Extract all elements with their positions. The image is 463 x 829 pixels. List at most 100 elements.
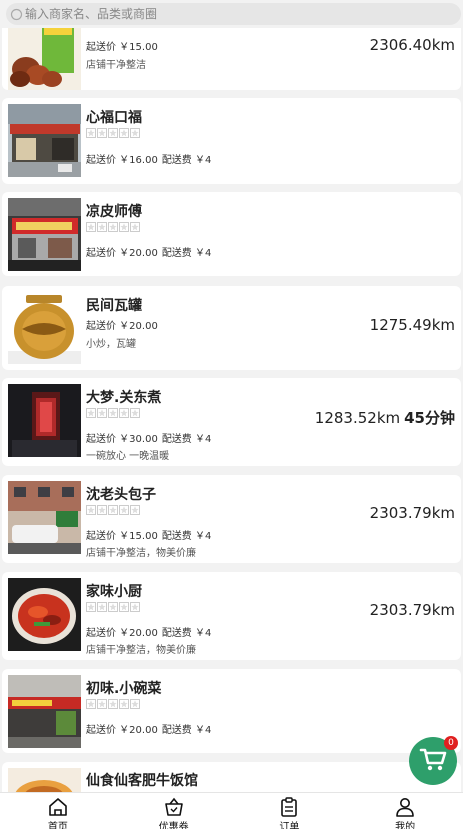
delivery-fee: 配送费 ￥4	[161, 628, 212, 639]
star-icon	[108, 602, 118, 612]
star-icon	[119, 505, 129, 515]
shop-thumbnail	[8, 104, 81, 177]
shop-distance: 2303.79km	[370, 601, 455, 619]
delivery-time: 45分钟	[404, 409, 455, 427]
delivery-fee: 配送费 ￥4	[161, 434, 212, 445]
shop-distance: 1275.49km	[370, 316, 455, 334]
user-icon	[394, 797, 416, 817]
shop-fees: 起送价 ￥30.00 配送费 ￥4	[86, 430, 211, 445]
star-icon	[97, 505, 107, 515]
shop-thumbnail	[8, 675, 81, 748]
delivery-fee: 配送费 ￥4	[161, 155, 212, 166]
star-icon	[130, 602, 140, 612]
star-icon	[97, 222, 107, 232]
shop-thumbnail	[8, 578, 81, 651]
shop-card[interactable]: 家味小厨 起送价 ￥20.00 配送费 ￥4 店铺干净整洁，物美价廉 2303.7…	[2, 572, 461, 660]
star-icon	[97, 128, 107, 138]
shop-fees: 起送价 ￥20.00 配送费 ￥4	[86, 244, 211, 259]
star-icon	[119, 222, 129, 232]
shop-distance: 1283.52km 45分钟	[315, 407, 455, 428]
home-icon	[47, 797, 69, 817]
star-icon	[86, 602, 96, 612]
star-icon	[86, 699, 96, 709]
search-box[interactable]	[6, 3, 461, 25]
bottom-tab-bar: 首页 优惠券 订单 我的	[0, 792, 463, 829]
shop-fees: 起送价 ￥20.00	[86, 317, 158, 332]
star-icon	[130, 699, 140, 709]
shop-thumbnail	[8, 291, 81, 364]
shop-name: 凉皮师傅	[86, 204, 142, 220]
star-icon	[119, 408, 129, 418]
search-input[interactable]	[25, 7, 425, 21]
min-order: 起送价 ￥15.00	[86, 42, 158, 53]
star-icon	[108, 505, 118, 515]
star-icon	[86, 222, 96, 232]
shop-name: 大梦.关东煮	[86, 390, 162, 406]
search-bar	[0, 0, 463, 28]
distance-value: 1275.49km	[369, 316, 455, 334]
star-icon	[86, 128, 96, 138]
distance-value: 1283.52km	[314, 409, 401, 427]
star-icon	[119, 128, 129, 138]
shop-card[interactable]: 初味.小碗菜 起送价 ￥20.00 配送费 ￥4	[2, 669, 461, 753]
tab-coupons[interactable]: 优惠券	[116, 793, 232, 829]
rating-stars	[86, 222, 140, 232]
rating-stars	[86, 128, 140, 138]
shop-thumbnail	[8, 384, 81, 457]
star-icon	[86, 408, 96, 418]
star-icon	[108, 699, 118, 709]
shop-description: 一碗放心 一晚温暖	[86, 451, 170, 462]
star-icon	[108, 222, 118, 232]
coupon-basket-icon	[163, 797, 185, 817]
search-icon	[10, 8, 23, 21]
shop-card[interactable]: 心福口福 起送价 ￥16.00 配送费 ￥4	[2, 98, 461, 184]
min-order: 起送价 ￥20.00	[86, 628, 158, 639]
min-order: 起送价 ￥20.00	[86, 321, 158, 332]
tab-label: 我的	[395, 822, 416, 829]
star-icon	[108, 408, 118, 418]
rating-stars	[86, 699, 140, 709]
star-icon	[130, 222, 140, 232]
star-icon	[119, 602, 129, 612]
tab-home[interactable]: 首页	[0, 793, 116, 829]
shop-fees: 起送价 ￥15.00	[86, 38, 158, 53]
delivery-fee: 配送费 ￥4	[161, 531, 212, 542]
cart-count-badge: 0	[444, 736, 458, 750]
shop-card[interactable]: 沈老头包子 起送价 ￥15.00 配送费 ￥4 店铺干净整洁，物美价廉 2303.…	[2, 475, 461, 563]
shop-name: 仙食仙客肥牛饭馆	[86, 773, 198, 789]
shop-distance: 2306.40km	[370, 36, 455, 54]
distance-value: 2306.40km	[369, 36, 455, 54]
shop-fees: 起送价 ￥20.00 配送费 ￥4	[86, 721, 211, 736]
shop-card[interactable]: 起送价 ￥15.00 店铺干净整洁 2306.40km	[2, 20, 461, 90]
min-order: 起送价 ￥15.00	[86, 531, 158, 542]
star-icon	[97, 699, 107, 709]
min-order: 起送价 ￥16.00	[86, 155, 158, 166]
rating-stars	[86, 505, 140, 515]
distance-value: 2303.79km	[369, 504, 455, 522]
shop-card[interactable]: 民间瓦罐 起送价 ￥20.00 小炒，瓦罐 1275.49km	[2, 286, 461, 370]
clipboard-icon	[278, 797, 300, 817]
shop-thumbnail	[8, 481, 81, 554]
star-icon	[119, 699, 129, 709]
shop-name: 民间瓦罐	[86, 298, 142, 314]
shop-card[interactable]: 大梦.关东煮 起送价 ￥30.00 配送费 ￥4 一碗放心 一晚温暖 1283.5…	[2, 378, 461, 466]
shop-fees: 起送价 ￥20.00 配送费 ￥4	[86, 624, 211, 639]
shop-description: 店铺干净整洁，物美价廉	[86, 645, 196, 656]
distance-value: 2303.79km	[369, 601, 455, 619]
star-icon	[130, 505, 140, 515]
tab-label: 订单	[279, 822, 300, 829]
rating-stars	[86, 408, 140, 418]
star-icon	[97, 408, 107, 418]
shop-thumbnail	[8, 198, 81, 271]
shop-description: 店铺干净整洁	[86, 60, 146, 71]
star-icon	[130, 408, 140, 418]
shop-card[interactable]: 凉皮师傅 起送价 ￥20.00 配送费 ￥4	[2, 192, 461, 276]
delivery-fee: 配送费 ￥4	[161, 725, 212, 736]
min-order: 起送价 ￥20.00	[86, 725, 158, 736]
tab-orders[interactable]: 订单	[232, 793, 348, 829]
tab-label: 优惠券	[158, 822, 189, 829]
min-order: 起送价 ￥20.00	[86, 248, 158, 259]
tab-profile[interactable]: 我的	[347, 793, 463, 829]
cart-icon	[418, 744, 448, 779]
tab-label: 首页	[47, 822, 68, 829]
